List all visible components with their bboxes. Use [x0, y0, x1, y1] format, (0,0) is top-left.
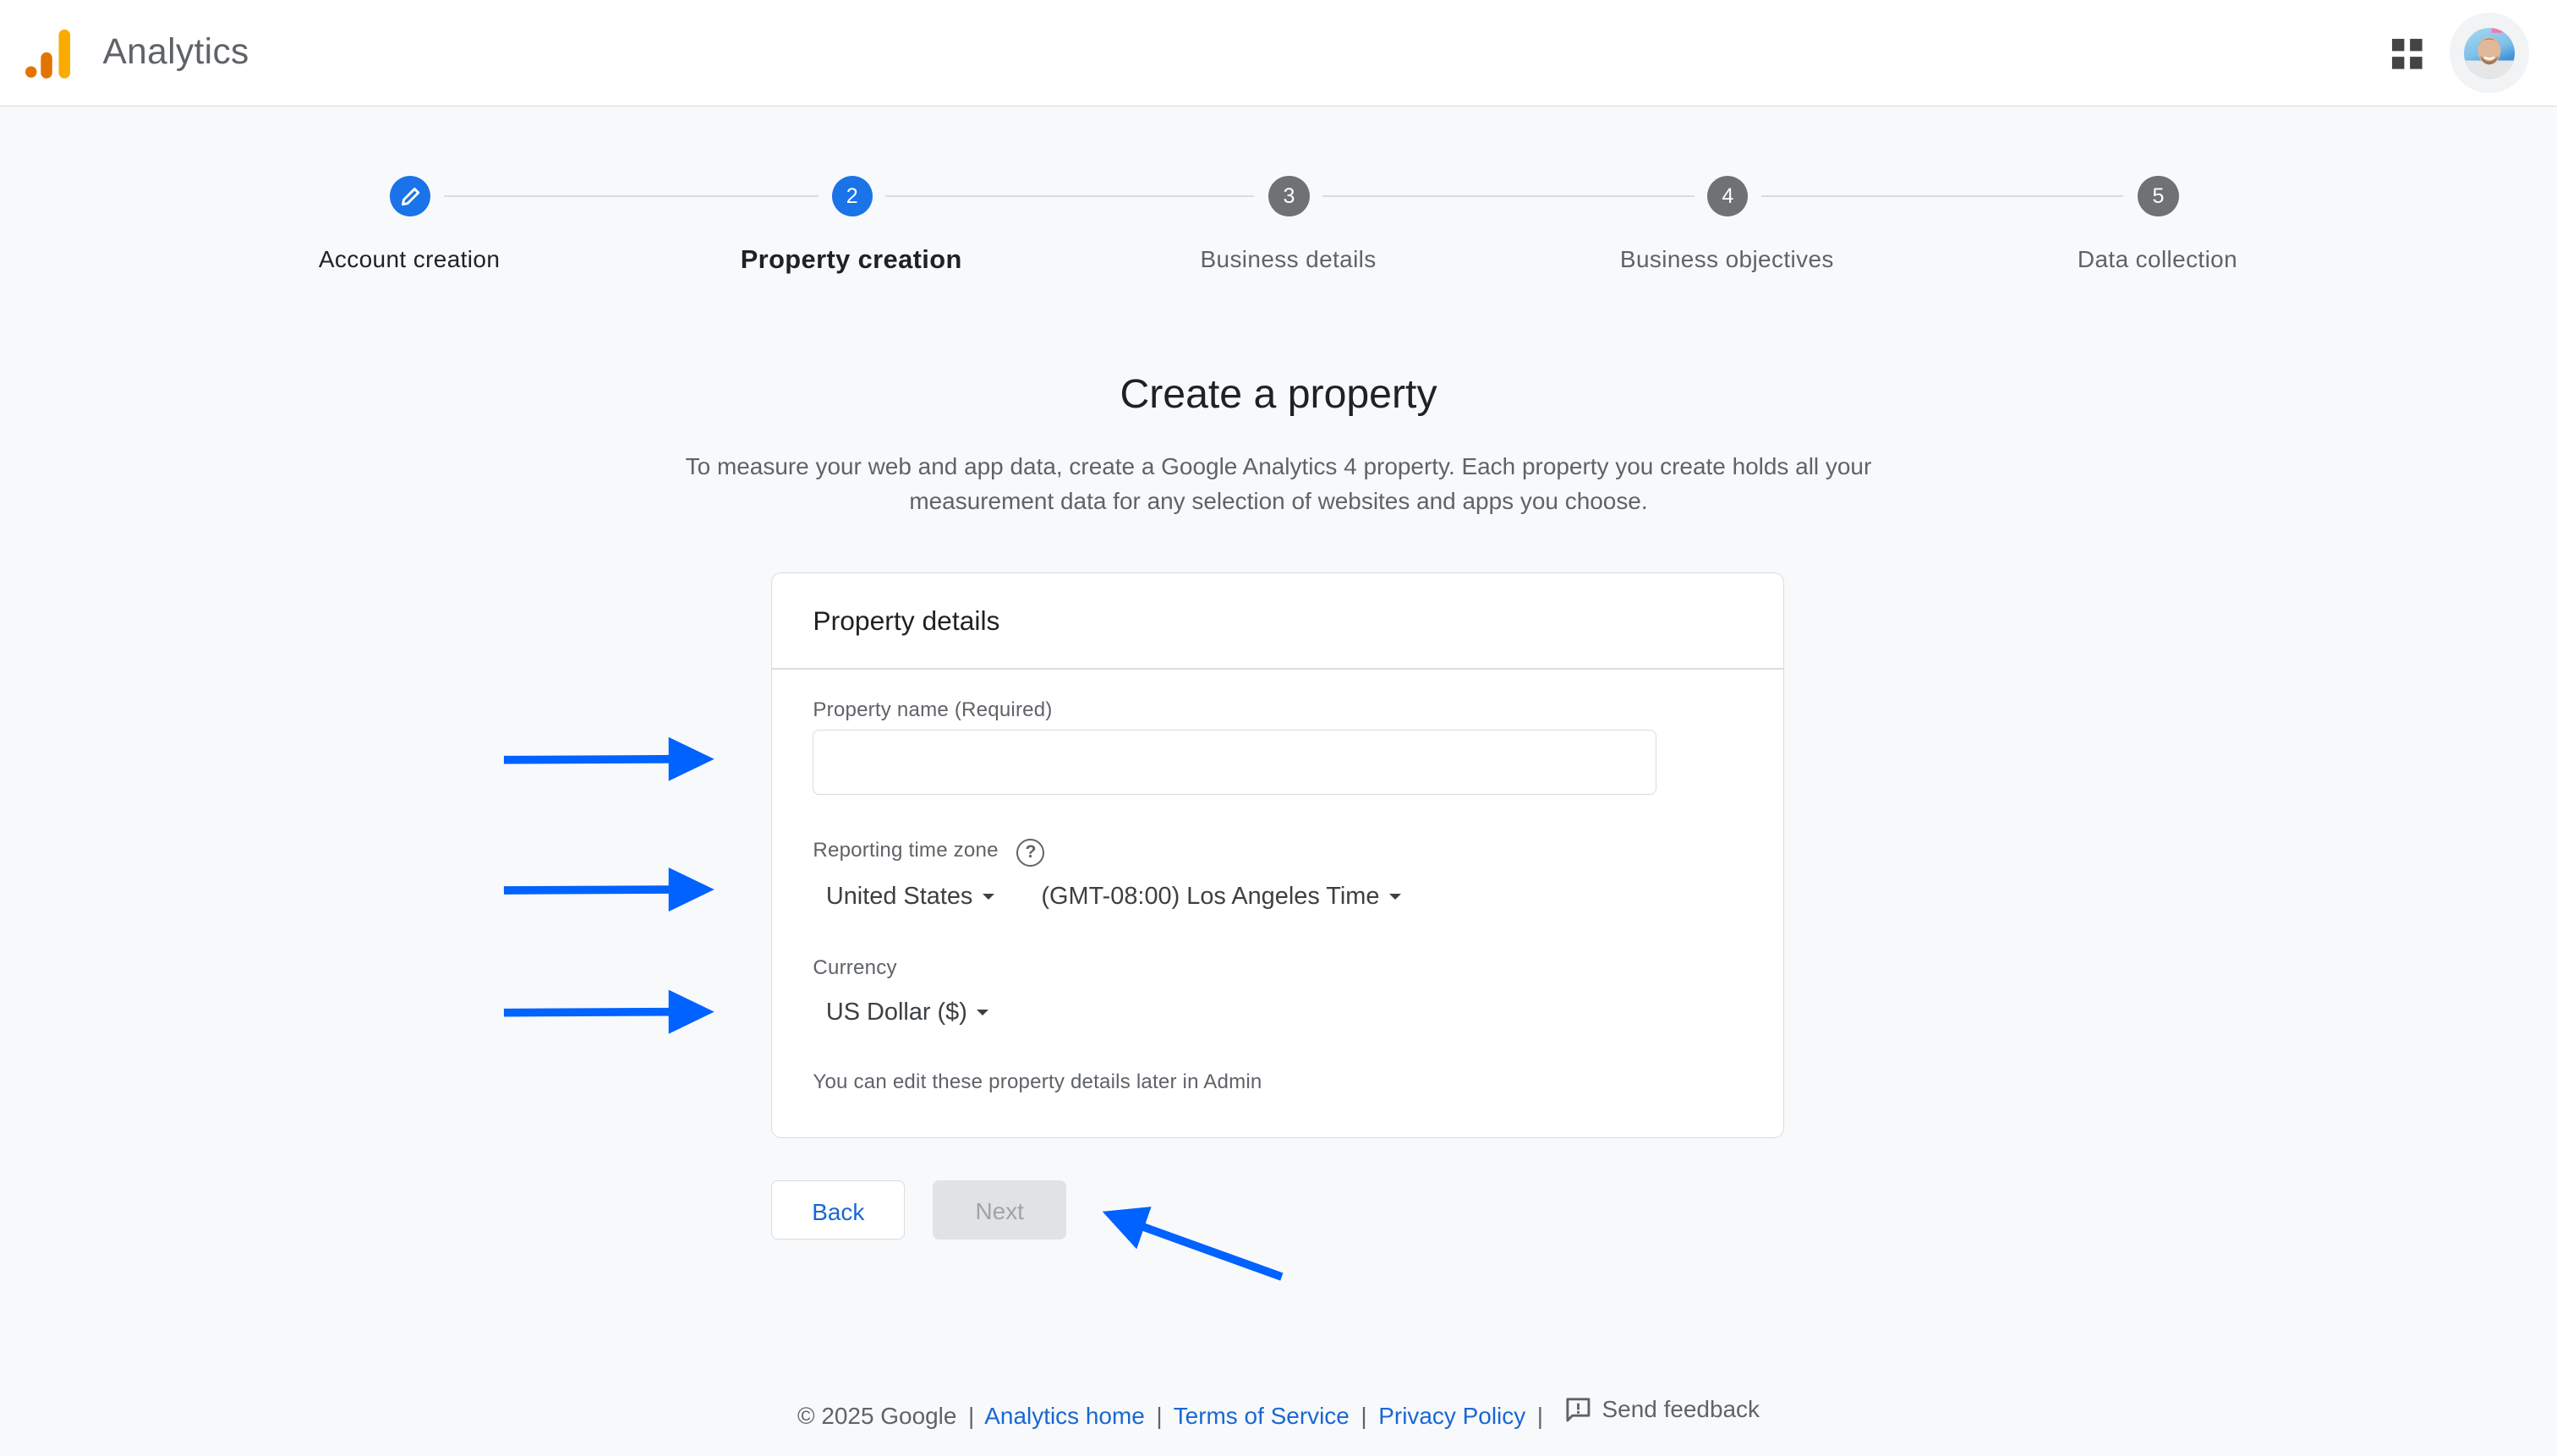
currency-dropdown[interactable]: US Dollar ($)	[826, 999, 989, 1026]
account-avatar[interactable]	[2449, 13, 2530, 93]
back-button[interactable]: Back	[771, 1180, 906, 1240]
step-connector	[443, 195, 819, 198]
terms-of-service-link[interactable]: Terms of Service	[1174, 1403, 1350, 1429]
step-label-property-creation: Property creation	[740, 244, 962, 275]
time-zone-value: (GMT-08:00) Los Angeles Time	[1041, 883, 1380, 911]
footer-separator: |	[1536, 1402, 1544, 1429]
step-2-indicator: 2	[831, 176, 873, 217]
step-1-indicator[interactable]	[389, 176, 431, 217]
step-5-indicator: 5	[2138, 176, 2179, 217]
annotation-arrow-next	[1102, 1207, 1284, 1281]
property-details-card: Property details Property name (Required…	[771, 572, 1784, 1139]
step-3-indicator: 3	[1268, 176, 1310, 217]
copyright-text: © 2025 Google	[797, 1402, 957, 1429]
footer-separator: |	[1156, 1402, 1163, 1429]
caret-down-icon	[982, 894, 994, 900]
annotation-arrow-property-name	[503, 736, 715, 781]
next-button[interactable]: Next	[933, 1180, 1067, 1240]
analytics-home-link[interactable]: Analytics home	[984, 1403, 1145, 1429]
currency-value: US Dollar ($)	[825, 999, 967, 1026]
caret-down-icon	[1389, 894, 1402, 900]
step-label-business-objectives: Business objectives	[1619, 246, 1834, 273]
app-title[interactable]: Analytics	[102, 31, 249, 72]
step-connector	[1760, 195, 2123, 198]
page-description: To measure your web and app data, create…	[685, 453, 1872, 514]
page: Analytics 2 3 4 5 Account creation Prope…	[0, 0, 2557, 1456]
step-connector	[885, 195, 1255, 198]
annotation-arrow-time-zone	[503, 867, 715, 912]
privacy-policy-link[interactable]: Privacy Policy	[1378, 1403, 1525, 1429]
step-label-data-collection: Data collection	[2077, 246, 2238, 273]
step-connector	[1322, 195, 1695, 198]
apps-grid-icon[interactable]	[2390, 37, 2424, 71]
top-app-bar: Analytics	[0, 0, 2557, 107]
annotation-arrow-currency	[503, 989, 715, 1034]
avatar-photo	[2464, 27, 2515, 79]
help-circle-icon[interactable]: ?	[1016, 839, 1045, 868]
property-name-input[interactable]	[813, 730, 1656, 796]
footer: © 2025 Google | Analytics home | Terms o…	[0, 1396, 2557, 1430]
caret-down-icon	[977, 1010, 989, 1015]
card-divider	[772, 667, 1783, 670]
feedback-icon	[1566, 1398, 1591, 1422]
card-title: Property details	[813, 605, 1000, 637]
page-title: Create a property	[1120, 370, 1437, 417]
country-dropdown[interactable]: United States	[826, 883, 994, 911]
send-feedback-button[interactable]: Send feedback	[1564, 1396, 1760, 1424]
footer-separator: |	[1361, 1402, 1367, 1429]
time-zone-dropdown[interactable]: (GMT-08:00) Los Angeles Time	[1041, 883, 1402, 911]
step-4-indicator: 4	[1707, 176, 1749, 217]
pencil-icon	[401, 188, 420, 206]
property-name-label: Property name (Required)	[813, 698, 1053, 722]
analytics-logo-icon[interactable]	[25, 28, 74, 80]
step-label-business-details: Business details	[1200, 246, 1377, 273]
step-label-account-creation[interactable]: Account creation	[319, 246, 500, 273]
country-value: United States	[825, 883, 973, 911]
edit-later-note: You can edit these property details late…	[813, 1070, 1262, 1094]
send-feedback-label: Send feedback	[1602, 1396, 1760, 1423]
time-zone-label: Reporting time zone	[813, 839, 999, 862]
currency-label: Currency	[813, 956, 897, 980]
footer-separator: |	[967, 1402, 975, 1429]
